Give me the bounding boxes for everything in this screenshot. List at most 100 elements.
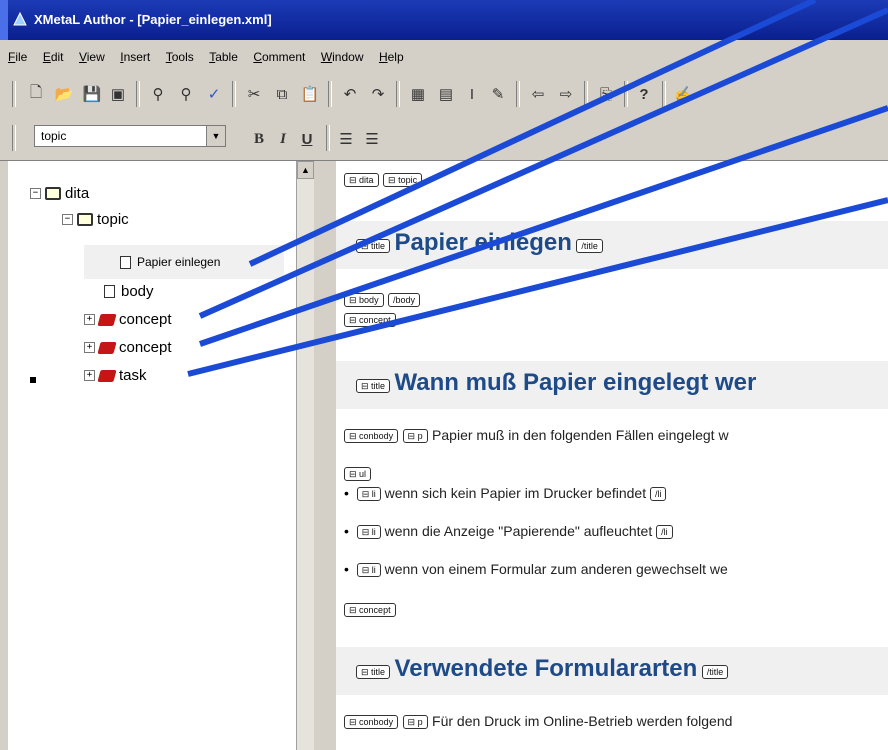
chevron-down-icon[interactable]: ▼ bbox=[206, 126, 225, 146]
tag-li-close[interactable]: /li bbox=[656, 525, 673, 540]
collapse-icon[interactable]: − bbox=[62, 214, 73, 225]
paragraph-text[interactable]: Papier muß in den folgenden Fällen einge… bbox=[432, 427, 729, 443]
tag-li[interactable]: ⊟ li bbox=[356, 563, 381, 578]
tag-conbody[interactable]: ⊟ conbody bbox=[344, 428, 399, 443]
toolbar-separator bbox=[12, 125, 16, 151]
menu-file[interactable]: File bbox=[8, 50, 27, 64]
bold-button[interactable]: B bbox=[247, 127, 271, 151]
find-icon[interactable]: ⚲ bbox=[146, 82, 170, 106]
toolbar-separator bbox=[326, 125, 330, 151]
tag-title-open[interactable]: ⊟ title bbox=[356, 664, 391, 679]
tag-concept-close[interactable]: ⊟ concept bbox=[344, 602, 396, 617]
list-item-text[interactable]: wenn sich kein Papier im Drucker befinde… bbox=[385, 485, 646, 501]
expand-icon[interactable]: + bbox=[84, 342, 95, 353]
undo-icon[interactable]: ↶ bbox=[338, 82, 362, 106]
document-canvas[interactable]: ⊟ dita ⊟ topic ⊟ title Papier einlegen /… bbox=[336, 161, 888, 750]
copy-icon[interactable]: ⧉ bbox=[270, 82, 294, 106]
insert-table-icon[interactable]: ▤ bbox=[434, 82, 458, 106]
section-heading-row: ⊟ title Wann muß Papier eingelegt wer bbox=[356, 369, 756, 397]
toolbar-separator bbox=[328, 81, 332, 107]
redo-icon[interactable]: ↷ bbox=[366, 82, 390, 106]
tree-scrollbar[interactable]: ▲ bbox=[296, 161, 314, 750]
menu-edit[interactable]: Edit bbox=[43, 50, 64, 64]
menu-comment[interactable]: Comment bbox=[253, 50, 305, 64]
doc-title-row: ⊟ title Papier einlegen /title bbox=[356, 229, 603, 257]
menu-tools[interactable]: Tools bbox=[166, 50, 194, 64]
structure-tree-panel: − dita − topic Papier einlegen body + co… bbox=[8, 161, 297, 750]
tree-node-title-selected[interactable]: Papier einlegen bbox=[84, 245, 284, 279]
back-icon[interactable]: ⇦ bbox=[526, 82, 550, 106]
menu-table[interactable]: Table bbox=[209, 50, 238, 64]
tag-ul[interactable]: ⊟ ul bbox=[344, 466, 372, 481]
cut-icon[interactable]: ✂ bbox=[242, 82, 266, 106]
window-title: XMetaL Author - [Papier_einlegen.xml] bbox=[34, 12, 272, 27]
ul-tag: ⊟ ul bbox=[344, 465, 372, 483]
insert-image-icon[interactable]: ▦ bbox=[406, 82, 430, 106]
doc-title[interactable]: Papier einlegen bbox=[395, 229, 572, 256]
tag-dita[interactable]: ⊟ dita bbox=[344, 172, 379, 187]
save-icon[interactable]: 💾 bbox=[80, 82, 104, 106]
spellcheck-icon[interactable]: ✓ bbox=[202, 82, 226, 106]
section-heading[interactable]: Wann muß Papier eingelegt wer bbox=[395, 369, 757, 396]
tree-node-concept[interactable]: + concept bbox=[84, 339, 172, 356]
expand-icon[interactable]: + bbox=[84, 370, 95, 381]
tag-li[interactable]: ⊟ li bbox=[356, 487, 381, 502]
tag-topic[interactable]: ⊟ topic bbox=[383, 172, 423, 187]
menu-help[interactable]: Help bbox=[379, 50, 404, 64]
tag-title-close[interactable]: /title bbox=[701, 664, 729, 679]
underline-button[interactable]: U bbox=[295, 127, 319, 151]
paste-icon[interactable]: 📋 bbox=[298, 82, 322, 106]
tag-title-close[interactable]: /title bbox=[576, 238, 603, 253]
numbered-list-icon[interactable]: ☰ bbox=[334, 127, 358, 151]
insert-element-icon[interactable]: I bbox=[460, 82, 484, 106]
concept-open: ⊟ concept bbox=[344, 311, 396, 329]
list-item-text[interactable]: wenn von einem Formular zum anderen gewe… bbox=[385, 561, 728, 577]
menu-insert[interactable]: Insert bbox=[120, 50, 150, 64]
tag-title-open[interactable]: ⊟ title bbox=[356, 238, 391, 253]
tag-body-close[interactable]: /body bbox=[388, 292, 421, 307]
validate-icon[interactable]: ⎘ bbox=[594, 82, 618, 106]
change-element-icon[interactable]: ✎ bbox=[486, 82, 510, 106]
element-style-select[interactable]: topic ▼ bbox=[34, 125, 226, 147]
tree-node-label: Papier einlegen bbox=[137, 255, 221, 269]
track-changes-icon[interactable]: ✍ bbox=[672, 82, 696, 106]
tag-conbody[interactable]: ⊟ conbody bbox=[344, 714, 399, 729]
toolbar-separator bbox=[516, 81, 520, 107]
tree-node-topic[interactable]: − topic bbox=[62, 211, 129, 228]
expand-icon[interactable]: + bbox=[84, 314, 95, 325]
tree-node-label: dita bbox=[65, 185, 90, 202]
scroll-up-icon[interactable]: ▲ bbox=[297, 161, 314, 179]
collapse-icon[interactable]: − bbox=[30, 188, 41, 199]
bullet-icon: • bbox=[344, 561, 349, 577]
paragraph-text[interactable]: Für den Druck im Online-Betrieb werden f… bbox=[432, 713, 732, 729]
list-item-text[interactable]: wenn die Anzeige "Papierende" aufleuchte… bbox=[385, 523, 653, 539]
list-item: • ⊟ li wenn sich kein Papier im Drucker … bbox=[344, 485, 667, 502]
tree-node-dita[interactable]: − dita bbox=[30, 185, 89, 202]
tag-body-open[interactable]: ⊟ body bbox=[344, 292, 384, 307]
new-document-icon[interactable]: 🗋 bbox=[24, 82, 48, 106]
application-window: XMetaL Author - [Papier_einlegen.xml] Fi… bbox=[0, 0, 888, 750]
italic-button[interactable]: I bbox=[271, 127, 295, 151]
toolbar-separator bbox=[12, 81, 16, 107]
open-folder-icon[interactable]: 📂 bbox=[52, 82, 76, 106]
tag-p[interactable]: ⊟ p bbox=[402, 714, 428, 729]
list-item: • ⊟ li wenn die Anzeige "Papierende" auf… bbox=[344, 523, 673, 540]
tree-node-label: task bbox=[119, 367, 147, 384]
toolbar-separator bbox=[624, 81, 628, 107]
section-heading[interactable]: Verwendete Formulararten bbox=[395, 655, 698, 682]
tree-node-body[interactable]: body bbox=[104, 283, 154, 300]
menu-view[interactable]: View bbox=[79, 50, 105, 64]
help-icon[interactable]: ? bbox=[632, 82, 656, 106]
tree-node-concept[interactable]: + concept bbox=[84, 311, 172, 328]
tag-li-close[interactable]: /li bbox=[649, 487, 667, 502]
tag-title-open[interactable]: ⊟ title bbox=[356, 378, 391, 393]
tag-p[interactable]: ⊟ p bbox=[402, 428, 428, 443]
tag-concept-open[interactable]: ⊟ concept bbox=[344, 312, 396, 327]
find-replace-icon[interactable]: ⚲ bbox=[174, 82, 198, 106]
forward-icon[interactable]: ⇨ bbox=[554, 82, 578, 106]
tree-node-task[interactable]: + task bbox=[84, 367, 147, 384]
menu-window[interactable]: Window bbox=[321, 50, 364, 64]
bulleted-list-icon[interactable]: ☰ bbox=[360, 127, 384, 151]
save-all-icon[interactable]: ▣ bbox=[106, 82, 130, 106]
tag-li[interactable]: ⊟ li bbox=[356, 525, 381, 540]
